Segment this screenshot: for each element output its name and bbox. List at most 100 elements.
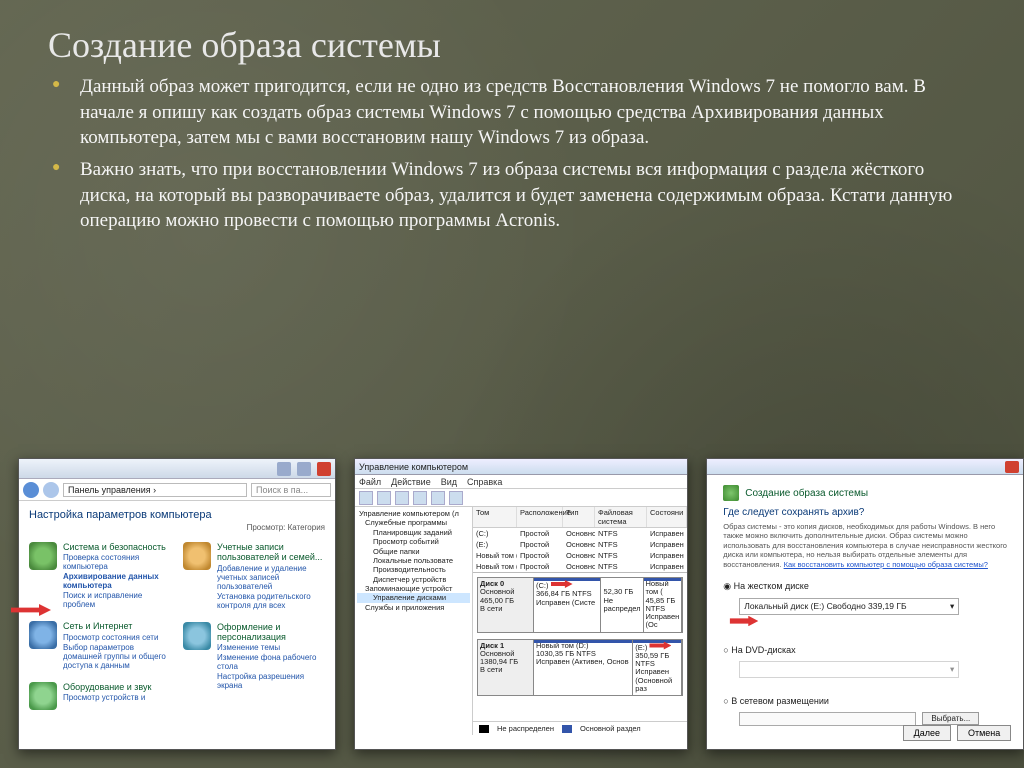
category-link[interactable]: Просмотр состояния сети [63, 633, 171, 642]
disk-info: Диск 0 Основной 465,00 ГБ В сети [478, 578, 534, 632]
table-row[interactable]: Новый том (I:)ПростойОсновнойNTFSИсправе… [473, 561, 687, 572]
category-link[interactable]: Поиск и исправление проблем [63, 591, 171, 609]
disk-0[interactable]: Диск 0 Основной 465,00 ГБ В сети (C:) 36… [477, 577, 683, 633]
category-link[interactable]: Настройка разрешения экрана [217, 672, 325, 690]
browse-button[interactable]: Выбрать... [922, 712, 979, 725]
screenshot-row: Панель управления › Поиск в па... Настро… [18, 458, 1006, 750]
category-title[interactable]: Система и безопасность [63, 542, 166, 552]
category-title[interactable]: Учетные записи пользователей и семей... [217, 542, 322, 562]
tool-icon[interactable] [413, 491, 427, 505]
disk-info: Диск 1 Основной 1380,94 ГБ В сети [478, 640, 534, 696]
table-row[interactable]: (C:)ПростойОсновнойNTFSИсправен [473, 528, 687, 539]
shield-icon [29, 542, 57, 570]
col-header[interactable]: Расположение [517, 507, 563, 527]
tree-node[interactable]: Локальные пользовате [357, 556, 470, 565]
toolbar [355, 489, 687, 507]
partition[interactable]: Новый том (45,85 ГБ NTFSИсправен (Ос [644, 578, 683, 632]
close-icon[interactable] [317, 462, 331, 476]
close-icon[interactable] [1005, 461, 1019, 473]
radio-harddisk[interactable]: ◉ На жестком диске [723, 581, 1007, 592]
tree-node[interactable]: Планировщик заданий [357, 528, 470, 537]
table-row[interactable]: Новый том (J:)ПростойОсновнойNTFSИсправе… [473, 550, 687, 561]
users-icon [183, 542, 211, 570]
address-bar: Панель управления › Поиск в па... [19, 479, 335, 501]
maximize-icon[interactable] [297, 462, 311, 476]
partition[interactable]: (E:) 350,59 ГБ NTFSИсправен (Основной ра… [633, 640, 682, 696]
tree-node[interactable]: Диспетчер устройств [357, 575, 470, 584]
tree-node[interactable]: Служебные программы [357, 518, 470, 527]
search-input[interactable]: Поиск в па... [251, 483, 331, 497]
wizard-description: Образ системы - это копия дисков, необхо… [723, 522, 1007, 569]
category-link[interactable]: Изменение фона рабочего стола [217, 653, 325, 671]
tool-icon[interactable] [359, 491, 373, 505]
minimize-icon[interactable] [277, 462, 291, 476]
tree-node[interactable]: Службы и приложения [357, 603, 470, 612]
disk-1[interactable]: Диск 1 Основной 1380,94 ГБ В сети Новый … [477, 639, 683, 697]
tool-icon[interactable] [395, 491, 409, 505]
category-users[interactable]: Учетные записи пользователей и семей... … [183, 542, 325, 610]
help-link[interactable]: Как восстановить компьютер с помощью обр… [784, 560, 988, 569]
tree-node-selected[interactable]: Управление дисками [357, 593, 470, 602]
window-title: Управление компьютером [359, 462, 468, 472]
radio-dvd[interactable]: ○ На DVD-дисках [723, 645, 1007, 655]
category-link[interactable]: Выбор параметров домашней группы и общег… [63, 643, 171, 670]
menu-help[interactable]: Справка [467, 477, 502, 487]
category-link[interactable]: Добавление и удаление учетных записей по… [217, 564, 325, 591]
partition[interactable]: Новый том (D:)1030,35 ГБ NTFSИсправен (А… [534, 640, 633, 696]
back-button[interactable] [23, 482, 39, 498]
tool-icon[interactable] [377, 491, 391, 505]
partition[interactable]: (C:) 366,84 ГБ NTFSИсправен (Систе [534, 578, 601, 632]
slide-title: Создание образа системы [0, 0, 1024, 66]
tool-icon[interactable] [431, 491, 445, 505]
menu-file[interactable]: Файл [359, 477, 381, 487]
slide-body: Данный образ может пригодится, если не о… [0, 66, 1024, 234]
tree-node[interactable]: Просмотр событий [357, 537, 470, 546]
radio-network[interactable]: ○ В сетевом размещении [723, 696, 1007, 706]
category-link[interactable]: Изменение темы [217, 643, 325, 652]
forward-button[interactable] [43, 482, 59, 498]
category-appearance[interactable]: Оформление и персонализация Изменение те… [183, 622, 325, 691]
category-link[interactable]: Установка родительского контроля для все… [217, 592, 325, 610]
cancel-button[interactable]: Отмена [957, 725, 1011, 741]
category-title[interactable]: Оборудование и звук [63, 682, 151, 692]
red-arrow-annotation [730, 616, 759, 626]
volume-table: Том Расположение Тип Файловая система Со… [473, 507, 687, 573]
next-button[interactable]: Далее [903, 725, 951, 741]
bullet-2: Важно знать, что при восстановлении Wind… [80, 157, 968, 234]
category-system-security[interactable]: Система и безопасность Проверка состояни… [29, 542, 171, 609]
category-network[interactable]: Сеть и Интернет Просмотр состояния сети … [29, 621, 171, 669]
category-title[interactable]: Сеть и Интернет [63, 621, 132, 631]
breadcrumb[interactable]: Панель управления › [63, 483, 247, 497]
bullet-1: Данный образ может пригодится, если не о… [80, 74, 968, 151]
tree-node[interactable]: Управление компьютером (л [357, 509, 470, 518]
tool-icon[interactable] [449, 491, 463, 505]
dvd-select-disabled: ▾ [739, 661, 959, 678]
category-title[interactable]: Оформление и персонализация [217, 622, 286, 642]
col-header[interactable]: Тип [563, 507, 595, 527]
col-header[interactable]: Состояни [647, 507, 687, 527]
category-link[interactable]: Проверка состояния компьютера [63, 553, 171, 571]
screenshot-create-image-wizard: Создание образа системы Где следует сохр… [706, 458, 1024, 750]
screenshot-disk-management: Управление компьютером Файл Действие Вид… [354, 458, 688, 750]
col-header[interactable]: Том [473, 507, 517, 527]
tree-node[interactable]: Производительность [357, 565, 470, 574]
category-link[interactable]: Просмотр устройств и [63, 693, 151, 702]
menu-view[interactable]: Вид [441, 477, 457, 487]
chevron-down-icon: ▾ [950, 601, 954, 612]
printer-icon [29, 682, 57, 710]
monitor-icon [183, 622, 211, 650]
titlebar [707, 459, 1023, 475]
network-path-input [739, 712, 916, 726]
menu-action[interactable]: Действие [391, 477, 431, 487]
category-hardware[interactable]: Оборудование и звук Просмотр устройств и [29, 682, 171, 710]
tree-node[interactable]: Общие папки [357, 547, 470, 556]
tree-node[interactable]: Запоминающие устройст [357, 584, 470, 593]
drive-select[interactable]: Локальный диск (E:) Свободно 339,19 ГБ▾ [739, 598, 959, 615]
wizard-title: Создание образа системы [745, 488, 868, 499]
col-header[interactable]: Файловая система [595, 507, 647, 527]
nav-tree: Управление компьютером (л Служебные прог… [355, 507, 473, 735]
partition-unallocated[interactable]: 52,30 ГБНе распредел [601, 578, 643, 632]
view-mode[interactable]: Просмотр: Категория [29, 523, 325, 532]
category-link-highlight[interactable]: Архивирование данных компьютера [63, 572, 171, 590]
table-row[interactable]: (E:)ПростойОсновнойNTFSИсправен [473, 539, 687, 550]
